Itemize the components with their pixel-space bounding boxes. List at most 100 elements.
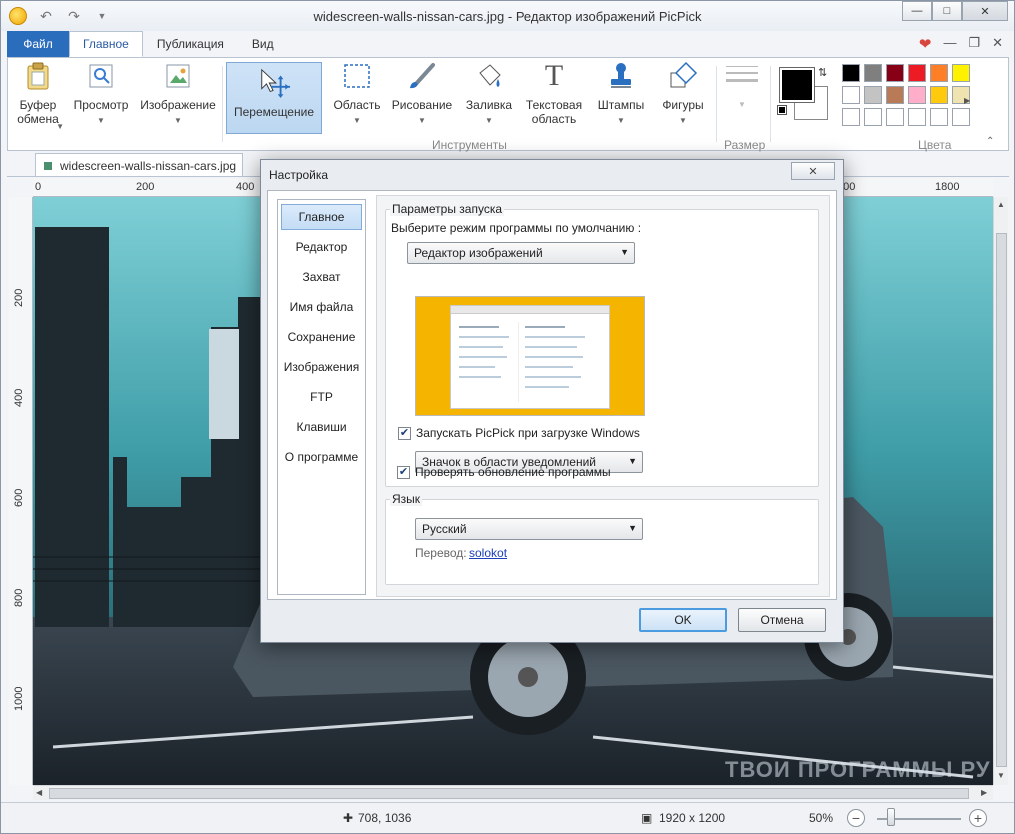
vruler-label: 1000 <box>13 686 25 711</box>
zoom-in-button[interactable]: + <box>969 809 987 827</box>
nav-item-capture[interactable]: Захват <box>281 264 362 290</box>
nav-item-general[interactable]: Главное <box>281 204 362 230</box>
draw-tool-label: Рисование <box>391 98 453 112</box>
text-t-icon: T <box>544 59 564 92</box>
palette-swatch[interactable] <box>842 86 860 104</box>
area-tool-button[interactable]: Область ▼ <box>328 60 386 128</box>
tab-publish[interactable]: Публикация <box>143 31 238 57</box>
scroll-up-icon[interactable]: ▲ <box>997 200 1005 209</box>
swap-colors-icon[interactable]: ⇅ <box>818 66 827 79</box>
clipboard-button[interactable]: Буфер обмена ▼ <box>12 60 64 131</box>
move-tool-button[interactable]: Перемещение <box>226 62 322 134</box>
tab-view[interactable]: Вид <box>238 31 288 57</box>
collapse-ribbon-icon[interactable]: ⌃ <box>986 136 994 147</box>
language-value: Русский <box>422 522 467 536</box>
translation-label: Перевод: <box>415 546 467 560</box>
scroll-down-icon[interactable]: ▼ <box>997 771 1005 780</box>
view-label: Просмотр <box>73 98 129 112</box>
scroll-right-icon[interactable]: ▶ <box>981 788 987 797</box>
palette-swatch[interactable] <box>952 108 970 126</box>
minimize-button[interactable]: — <box>902 1 932 21</box>
stamps-tool-button[interactable]: Штампы ▼ <box>592 60 650 128</box>
image-button[interactable]: Изображение ▼ <box>138 60 218 128</box>
vertical-scroll-thumb[interactable] <box>996 233 1007 767</box>
autostart-checkbox[interactable]: ✔ Запускать PicPick при загрузке Windows <box>398 426 640 440</box>
default-mode-select[interactable]: Редактор изображений ▼ <box>407 242 635 264</box>
shapes-tool-button[interactable]: Фигуры ▼ <box>654 60 712 128</box>
view-button[interactable]: Просмотр ▼ <box>70 60 132 128</box>
shapes-icon <box>667 60 699 92</box>
translation-author-link[interactable]: solokot <box>469 546 507 560</box>
zoom-slider-thumb[interactable] <box>886 808 895 826</box>
update-checkbox[interactable]: ✔ Проверять обновление программы <box>397 465 611 479</box>
maximize-icon: □ <box>943 5 951 17</box>
hruler-label: 200 <box>136 181 155 193</box>
dialog-close-button[interactable]: ✕ <box>791 162 835 180</box>
nav-item-ftp[interactable]: FTP <box>281 384 362 410</box>
minimize-icon: — <box>911 5 923 17</box>
palette-swatch[interactable] <box>908 86 926 104</box>
tab-file[interactable]: Файл <box>7 31 69 57</box>
maximize-button[interactable]: □ <box>932 1 962 21</box>
nav-item-hotkeys[interactable]: Клавиши <box>281 414 362 440</box>
nav-item-images[interactable]: Изображения <box>281 354 362 380</box>
size-button[interactable]: ▼ <box>720 60 764 112</box>
document-tab-name: widescreen-walls-nissan-cars.jpg <box>60 158 237 173</box>
language-select[interactable]: Русский ▼ <box>415 518 643 540</box>
draw-tool-button[interactable]: Рисование ▼ <box>390 60 454 128</box>
reset-colors-icon[interactable] <box>777 105 787 115</box>
clipboard-icon <box>22 60 54 92</box>
palette-scroll-icon[interactable]: ▶ <box>964 96 970 105</box>
palette-swatch[interactable] <box>864 108 882 126</box>
ribbon: Буфер обмена ▼ Просмотр ▼ Изображение ▼ … <box>7 57 1009 152</box>
vruler-label: 200 <box>13 288 25 307</box>
palette-swatch[interactable] <box>842 108 860 126</box>
palette-swatch[interactable] <box>930 108 948 126</box>
scroll-left-icon[interactable]: ◀ <box>36 788 42 797</box>
palette-swatch[interactable] <box>952 64 970 82</box>
palette-swatch[interactable] <box>908 64 926 82</box>
palette-swatch[interactable] <box>886 64 904 82</box>
ok-button[interactable]: OK <box>639 608 727 632</box>
fill-tool-button[interactable]: Заливка ▼ <box>460 60 518 128</box>
chevron-down-icon: ▼ <box>620 247 629 257</box>
area-tool-label: Область <box>333 98 381 112</box>
palette-swatch[interactable] <box>930 86 948 104</box>
close-button[interactable]: ✕ <box>962 1 1008 21</box>
palette-swatch[interactable] <box>864 86 882 104</box>
ribbon-minimize-icon[interactable]: — <box>943 35 956 53</box>
palette-swatch[interactable] <box>864 64 882 82</box>
autostart-label: Запускать PicPick при загрузке Windows <box>416 426 640 440</box>
nav-item-editor[interactable]: Редактор <box>281 234 362 260</box>
heart-icon[interactable]: ❤ <box>919 35 932 53</box>
default-mode-label: Выберите режим программы по умолчанию : <box>391 221 642 235</box>
tab-home[interactable]: Главное <box>69 31 143 57</box>
palette-swatch[interactable] <box>930 64 948 82</box>
cancel-button[interactable]: Отмена <box>738 608 826 632</box>
image-icon <box>162 60 194 92</box>
horizontal-scroll-thumb[interactable] <box>49 788 969 799</box>
preview-icon <box>85 60 117 92</box>
hruler-label: 0 <box>35 181 42 193</box>
nav-item-filename[interactable]: Имя файла <box>281 294 362 320</box>
hruler-label: 1800 <box>935 181 960 193</box>
cursor-position-icon: ✚ <box>343 811 354 825</box>
palette-swatch[interactable] <box>886 108 904 126</box>
text-tool-button[interactable]: T Текстовая область <box>522 59 586 127</box>
vertical-scrollbar[interactable]: ▲ ▼ <box>993 197 1008 785</box>
nav-item-about[interactable]: О программе <box>281 444 362 470</box>
zoom-out-button[interactable]: − <box>847 809 865 827</box>
language-group: Язык Русский ▼ Перевод: solokot <box>385 492 819 585</box>
document-tab[interactable]: widescreen-walls-nissan-cars.jpg <box>35 153 243 177</box>
palette-swatch[interactable] <box>908 108 926 126</box>
palette-swatch[interactable] <box>886 86 904 104</box>
close-icon: ✕ <box>980 5 990 18</box>
doc-close-icon[interactable]: ✕ <box>992 35 1003 53</box>
image-size: 1920 x 1200 <box>659 811 726 825</box>
palette-swatch[interactable] <box>842 64 860 82</box>
horizontal-scrollbar[interactable]: ◀ ▶ <box>33 785 993 800</box>
vruler-label: 800 <box>13 588 25 607</box>
selection-area-icon <box>341 60 373 92</box>
restore-icon[interactable]: ❐ <box>968 35 980 53</box>
nav-item-save[interactable]: Сохранение <box>281 324 362 350</box>
